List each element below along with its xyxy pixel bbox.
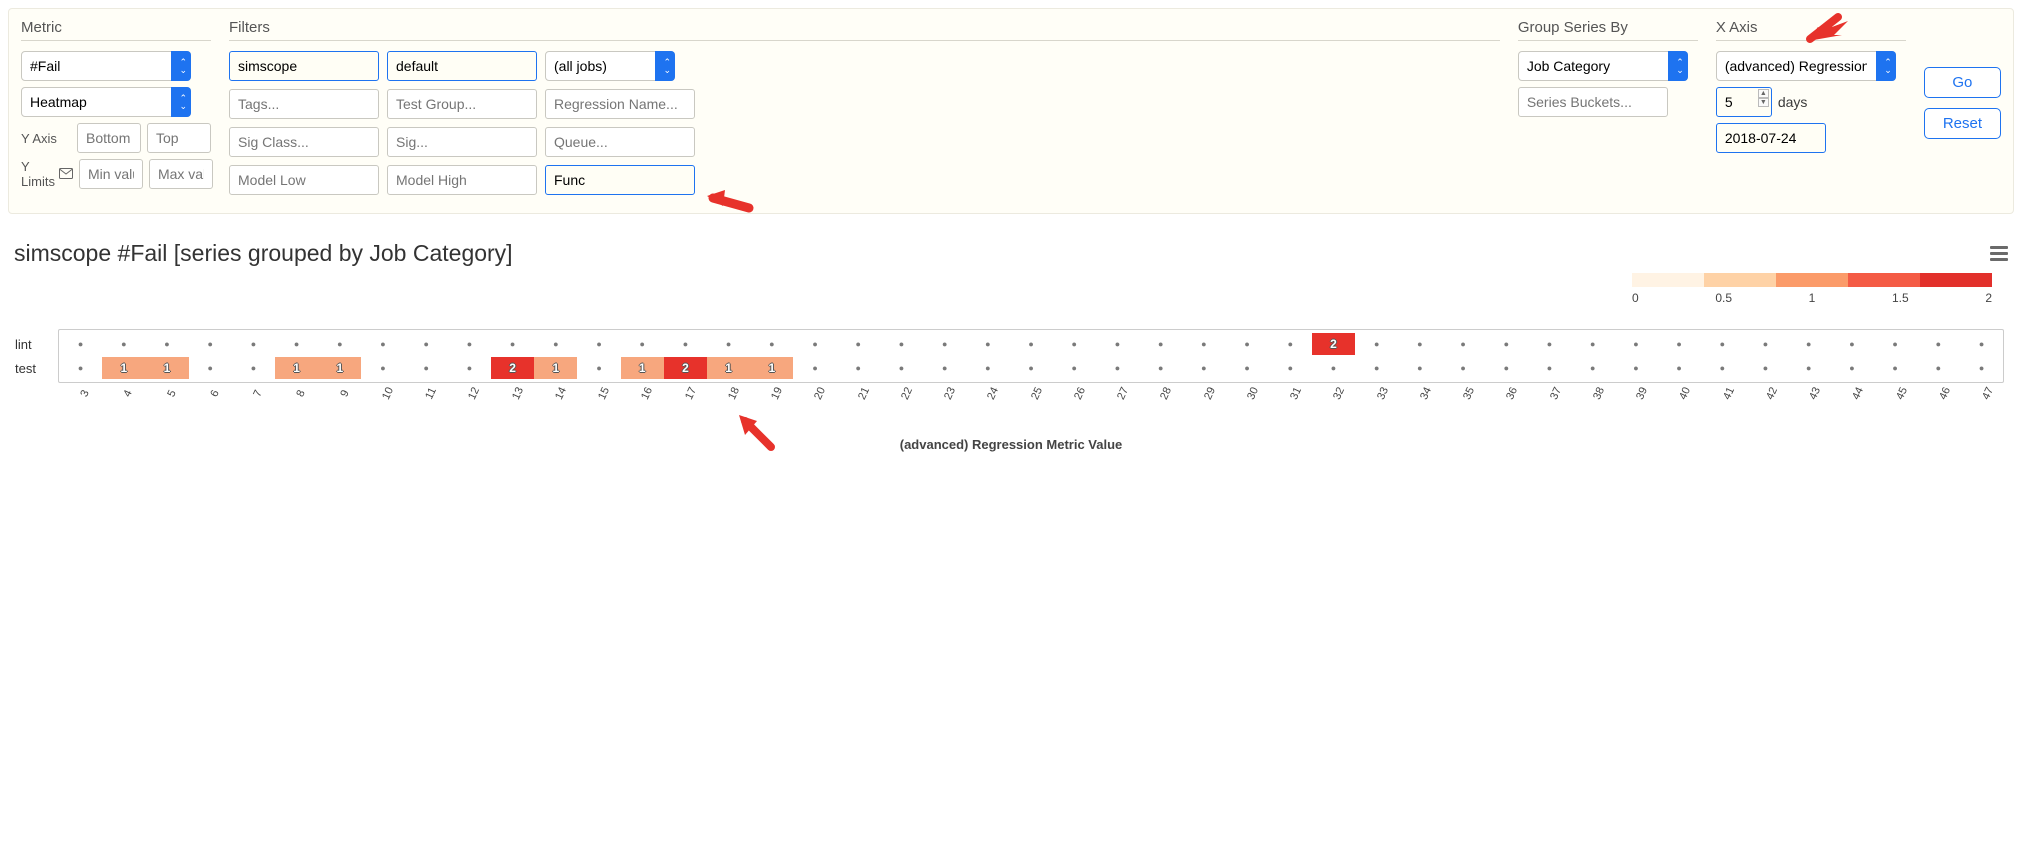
filter-sigclass-input[interactable] <box>229 127 379 157</box>
heatmap-cell[interactable]: ● <box>1917 333 1960 355</box>
heatmap-cell[interactable]: ● <box>966 333 1009 355</box>
metric-select[interactable]: #Fail <box>21 51 191 81</box>
chart-section: simscope #Fail [series grouped by Job Ca… <box>0 222 2022 462</box>
xaxis-title: X Axis <box>1716 19 1906 41</box>
heatmap-cell[interactable]: ● <box>145 333 188 355</box>
xaxis-section: X Axis (advanced) Regression ▲▼ days <box>1716 19 1906 159</box>
heatmap-cell[interactable]: ● <box>1269 333 1312 355</box>
filter-regname-input[interactable] <box>545 89 695 119</box>
heatmap-cell[interactable]: ● <box>1787 333 1830 355</box>
heatmap-cell[interactable]: ● <box>534 333 577 355</box>
heatmap-cell[interactable]: ● <box>1830 333 1873 355</box>
heatmap-cell[interactable]: ● <box>1701 333 1744 355</box>
filters-title: Filters <box>229 19 1500 41</box>
heatmap-ylabel: test <box>15 361 55 376</box>
heatmap-cell[interactable]: ● <box>1744 333 1787 355</box>
heatmap-xlabel: (advanced) Regression Metric Value <box>14 437 2008 452</box>
series-buckets-input[interactable] <box>1518 87 1668 117</box>
heatmap-cell[interactable]: ● <box>405 333 448 355</box>
heatmap-cell[interactable]: ● <box>1442 333 1485 355</box>
filter-modelhigh-input[interactable] <box>387 165 537 195</box>
heatmap-ylabel: lint <box>15 337 55 352</box>
chart-title-text: simscope #Fail [series grouped by Job Ca… <box>14 240 513 267</box>
heatmap-cell[interactable]: ● <box>1658 333 1701 355</box>
go-button[interactable]: Go <box>1924 67 2001 98</box>
ylimits-label: Y Limits <box>21 159 73 189</box>
control-panel: Metric #Fail Heatmap Y Axis Y Limits Fil… <box>8 8 2014 214</box>
color-legend: 00.511.52 <box>14 273 1992 305</box>
chart-menu-icon[interactable] <box>1990 243 2008 264</box>
heatmap-cell[interactable]: ● <box>1874 333 1917 355</box>
date-input[interactable] <box>1716 123 1826 153</box>
heatmap-cell[interactable]: ● <box>880 333 923 355</box>
filter-tags-input[interactable] <box>229 89 379 119</box>
button-column: Go Reset <box>1924 67 2001 139</box>
stepper-buttons[interactable]: ▲▼ <box>1758 89 1769 107</box>
heatmap-cell[interactable]: ● <box>1053 333 1096 355</box>
heatmap-cell[interactable]: ● <box>1355 333 1398 355</box>
yaxis-top-input[interactable] <box>147 123 211 153</box>
filter-default-input[interactable] <box>387 51 537 81</box>
heatmap-cell[interactable]: ● <box>923 333 966 355</box>
heatmap-cell[interactable]: ● <box>491 333 534 355</box>
heatmap-cell[interactable]: ● <box>707 333 750 355</box>
mail-icon <box>59 167 73 182</box>
heatmap-cell[interactable]: ● <box>361 333 404 355</box>
ylimits-min-input[interactable] <box>79 159 143 189</box>
heatmap-cell[interactable]: ● <box>1485 333 1528 355</box>
heatmap-cell[interactable]: ● <box>1096 333 1139 355</box>
yaxis-label: Y Axis <box>21 131 71 146</box>
filters-section: Filters (all jobs) <box>229 19 1500 195</box>
groupby-section: Group Series By Job Category <box>1518 19 1698 123</box>
heatmap-cell[interactable]: ● <box>318 333 361 355</box>
filter-simscope-input[interactable] <box>229 51 379 81</box>
filter-queue-input[interactable] <box>545 127 695 157</box>
heatmap-cell[interactable]: ● <box>577 333 620 355</box>
heatmap-cell[interactable]: ● <box>837 333 880 355</box>
heatmap-cell[interactable]: ● <box>1009 333 1052 355</box>
heatmap-cell[interactable]: ● <box>1571 333 1614 355</box>
xaxis-select[interactable]: (advanced) Regression <box>1716 51 1896 81</box>
filter-jobs-select[interactable]: (all jobs) <box>545 51 675 81</box>
heatmap-cell[interactable]: ● <box>750 333 793 355</box>
heatmap-cell[interactable]: ● <box>1960 333 2003 355</box>
reset-button[interactable]: Reset <box>1924 108 2001 139</box>
yaxis-bottom-input[interactable] <box>77 123 141 153</box>
heatmap-cell[interactable]: ● <box>102 333 145 355</box>
groupby-title: Group Series By <box>1518 19 1698 41</box>
chart-type-select[interactable]: Heatmap <box>21 87 191 117</box>
heatmap-xaxis: 3456789101112131415161718192021222324252… <box>58 391 2004 419</box>
heatmap-cell[interactable]: ● <box>1398 333 1441 355</box>
filter-sig-input[interactable] <box>387 127 537 157</box>
metric-section: Metric #Fail Heatmap Y Axis Y Limits <box>21 19 211 195</box>
heatmap-cell[interactable]: ● <box>1614 333 1657 355</box>
filter-modellow-input[interactable] <box>229 165 379 195</box>
heatmap-cell[interactable]: ● <box>448 333 491 355</box>
heatmap-cell[interactable]: ● <box>1182 333 1225 355</box>
heatmap-cell[interactable]: ● <box>793 333 836 355</box>
heatmap-cell[interactable]: ● <box>664 333 707 355</box>
groupby-select[interactable]: Job Category <box>1518 51 1688 81</box>
heatmap-cell[interactable]: ● <box>1139 333 1182 355</box>
heatmap-cell[interactable]: ● <box>1225 333 1268 355</box>
heatmap-cell[interactable]: ● <box>1528 333 1571 355</box>
heatmap-cell[interactable]: ● <box>621 333 664 355</box>
filter-testgroup-input[interactable] <box>387 89 537 119</box>
ylimits-max-input[interactable] <box>149 159 213 189</box>
heatmap-cell[interactable]: ● <box>275 333 318 355</box>
heatmap-cell[interactable]: ● <box>232 333 275 355</box>
metric-title: Metric <box>21 19 211 41</box>
heatmap-cell[interactable]: ● <box>189 333 232 355</box>
filter-func-input[interactable] <box>545 165 695 195</box>
days-label: days <box>1778 94 1808 110</box>
heatmap-cell[interactable]: 2 <box>1312 333 1355 355</box>
heatmap-cell[interactable]: ● <box>59 333 102 355</box>
